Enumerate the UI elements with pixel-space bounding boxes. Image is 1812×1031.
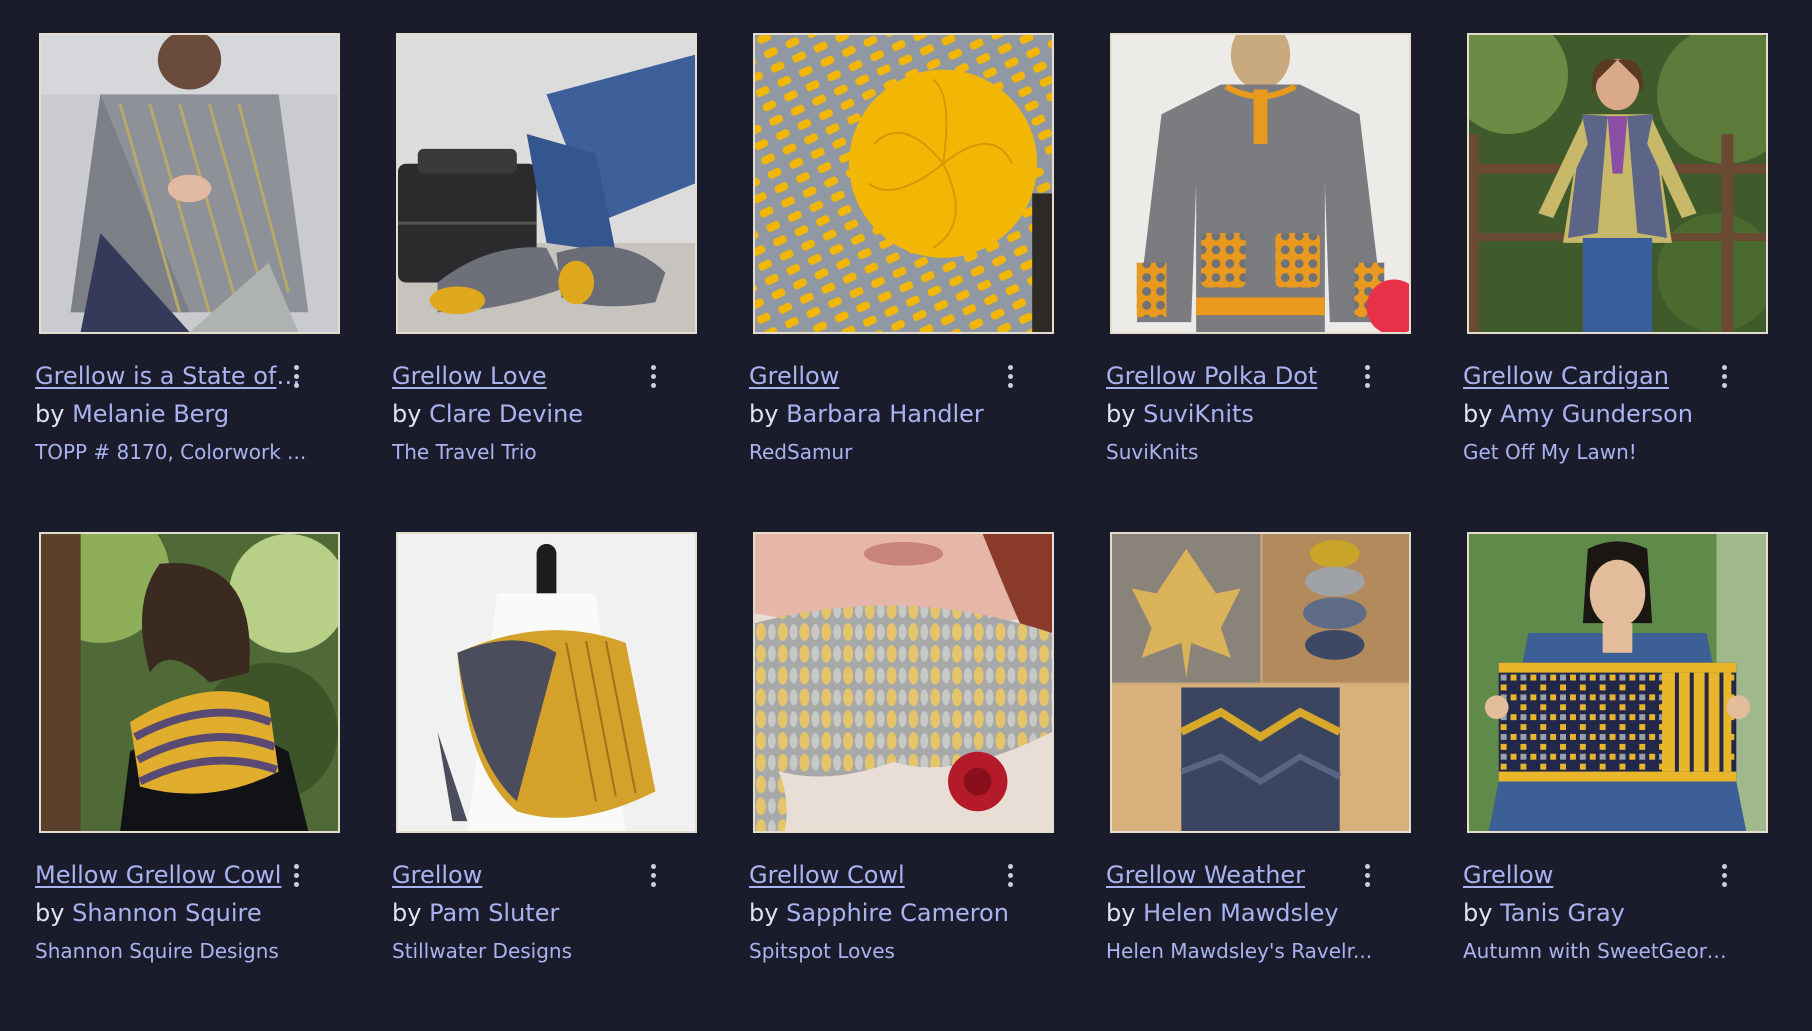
pattern-card: Grellow by Barbara Handler RedSamur: [749, 33, 1054, 532]
pattern-photo-scarf[interactable]: [1467, 532, 1768, 833]
pattern-card: Grellow Love by Clare Devine The Travel …: [392, 33, 697, 532]
pattern-photo-cardigan[interactable]: [1467, 33, 1768, 334]
sweater-photo-image: [1112, 35, 1409, 332]
pattern-source-link[interactable]: Get Off My Lawn!: [1463, 439, 1738, 465]
pattern-byline: by Melanie Berg: [35, 399, 335, 429]
pattern-byline: by Shannon Squire: [35, 898, 335, 928]
socks-photo-image: [398, 35, 695, 332]
pattern-photo-sweater[interactable]: [1110, 33, 1411, 334]
pattern-card: Grellow by Pam Sluter Stillwater Designs: [392, 532, 697, 1031]
pattern-source-link[interactable]: Autumn with SweetGeorg...: [1463, 938, 1738, 964]
pattern-photo-chunky-cowl[interactable]: [753, 532, 1054, 833]
by-label: by: [1463, 899, 1501, 927]
chunky-cowl-photo-image: [755, 534, 1052, 831]
pattern-byline: by Helen Mawdsley: [1106, 898, 1406, 928]
pattern-source-link[interactable]: RedSamur: [749, 439, 1024, 465]
pattern-byline: by Tanis Gray: [1463, 898, 1763, 928]
pattern-byline: by Barbara Handler: [749, 399, 1049, 429]
pattern-source-link[interactable]: TOPP # 8170, Colorwork ...: [35, 439, 310, 465]
pattern-photo-wrap[interactable]: [396, 532, 697, 833]
pattern-source-link[interactable]: Helen Mawdsley's Ravelr...: [1106, 938, 1381, 964]
designer-link[interactable]: Barbara Handler: [786, 400, 984, 428]
pattern-title-link[interactable]: Grellow is a State of ...: [35, 361, 305, 391]
cowl-photo-image: [41, 534, 338, 831]
pattern-source-link[interactable]: SuviKnits: [1106, 439, 1381, 465]
more-vertical-icon[interactable]: [643, 860, 663, 890]
by-label: by: [392, 400, 430, 428]
cardigan-photo-image: [1469, 35, 1766, 332]
pattern-card: Mellow Grellow Cowl by Shannon Squire Sh…: [35, 532, 340, 1031]
pattern-source-link[interactable]: Shannon Squire Designs: [35, 938, 310, 964]
more-vertical-icon[interactable]: [1000, 361, 1020, 391]
by-label: by: [392, 899, 430, 927]
pattern-source-link[interactable]: Stillwater Designs: [392, 938, 667, 964]
designer-link[interactable]: SuviKnits: [1143, 400, 1254, 428]
pattern-card: Grellow Cardigan by Amy Gunderson Get Of…: [1463, 33, 1768, 532]
more-vertical-icon[interactable]: [1714, 860, 1734, 890]
more-vertical-icon[interactable]: [1714, 361, 1734, 391]
pattern-photo-socks[interactable]: [396, 33, 697, 334]
pattern-title-link[interactable]: Grellow: [392, 860, 662, 890]
more-vertical-icon[interactable]: [1357, 361, 1377, 391]
pattern-title-link[interactable]: Mellow Grellow Cowl: [35, 860, 305, 890]
designer-link[interactable]: Tanis Gray: [1500, 899, 1625, 927]
pattern-byline: by Pam Sluter: [392, 898, 692, 928]
by-label: by: [749, 400, 787, 428]
collage-photo-image: [1112, 534, 1409, 831]
designer-link[interactable]: Amy Gunderson: [1500, 400, 1693, 428]
pattern-byline: by Amy Gunderson: [1463, 399, 1763, 429]
by-label: by: [1463, 400, 1501, 428]
designer-link[interactable]: Helen Mawdsley: [1143, 899, 1339, 927]
pattern-source-link[interactable]: Spitspot Loves: [749, 938, 1024, 964]
pattern-card: Grellow by Tanis Gray Autumn with SweetG…: [1463, 532, 1768, 1031]
more-vertical-icon[interactable]: [286, 860, 306, 890]
pattern-byline: by Clare Devine: [392, 399, 692, 429]
pattern-photo-hat[interactable]: [753, 33, 1054, 334]
scarf-photo-image: [1469, 534, 1766, 831]
hat-photo-image: [755, 35, 1052, 332]
designer-link[interactable]: Clare Devine: [429, 400, 583, 428]
designer-link[interactable]: Shannon Squire: [72, 899, 262, 927]
pattern-title-link[interactable]: Grellow Polka Dot: [1106, 361, 1376, 391]
wrap-photo-image: [398, 534, 695, 831]
pattern-title-link[interactable]: Grellow Weather: [1106, 860, 1376, 890]
shawl-photo-image: [41, 35, 338, 332]
by-label: by: [35, 899, 73, 927]
pattern-source-link[interactable]: The Travel Trio: [392, 439, 667, 465]
by-label: by: [35, 400, 73, 428]
by-label: by: [1106, 400, 1144, 428]
pattern-card: Grellow Polka Dot by SuviKnits SuviKnits: [1106, 33, 1411, 532]
more-vertical-icon[interactable]: [286, 361, 306, 391]
designer-link[interactable]: Melanie Berg: [72, 400, 229, 428]
pattern-title-link[interactable]: Grellow Cowl: [749, 860, 1019, 890]
pattern-photo-shawl[interactable]: [39, 33, 340, 334]
by-label: by: [749, 899, 787, 927]
pattern-card: Grellow is a State of ... by Melanie Ber…: [35, 33, 340, 532]
designer-link[interactable]: Pam Sluter: [429, 899, 559, 927]
pattern-byline: by SuviKnits: [1106, 399, 1406, 429]
pattern-photo-cowl[interactable]: [39, 532, 340, 833]
pattern-card: Grellow Weather by Helen Mawdsley Helen …: [1106, 532, 1411, 1031]
pattern-byline: by Sapphire Cameron: [749, 898, 1049, 928]
pattern-title-link[interactable]: Grellow: [1463, 860, 1733, 890]
pattern-title-link[interactable]: Grellow: [749, 361, 1019, 391]
more-vertical-icon[interactable]: [643, 361, 663, 391]
pattern-card: Grellow Cowl by Sapphire Cameron Spitspo…: [749, 532, 1054, 1031]
pattern-photo-collage[interactable]: [1110, 532, 1411, 833]
designer-link[interactable]: Sapphire Cameron: [786, 899, 1009, 927]
by-label: by: [1106, 899, 1144, 927]
pattern-grid: Grellow is a State of ... by Melanie Ber…: [35, 33, 1805, 1031]
more-vertical-icon[interactable]: [1000, 860, 1020, 890]
pattern-title-link[interactable]: Grellow Cardigan: [1463, 361, 1733, 391]
more-vertical-icon[interactable]: [1357, 860, 1377, 890]
pattern-title-link[interactable]: Grellow Love: [392, 361, 662, 391]
